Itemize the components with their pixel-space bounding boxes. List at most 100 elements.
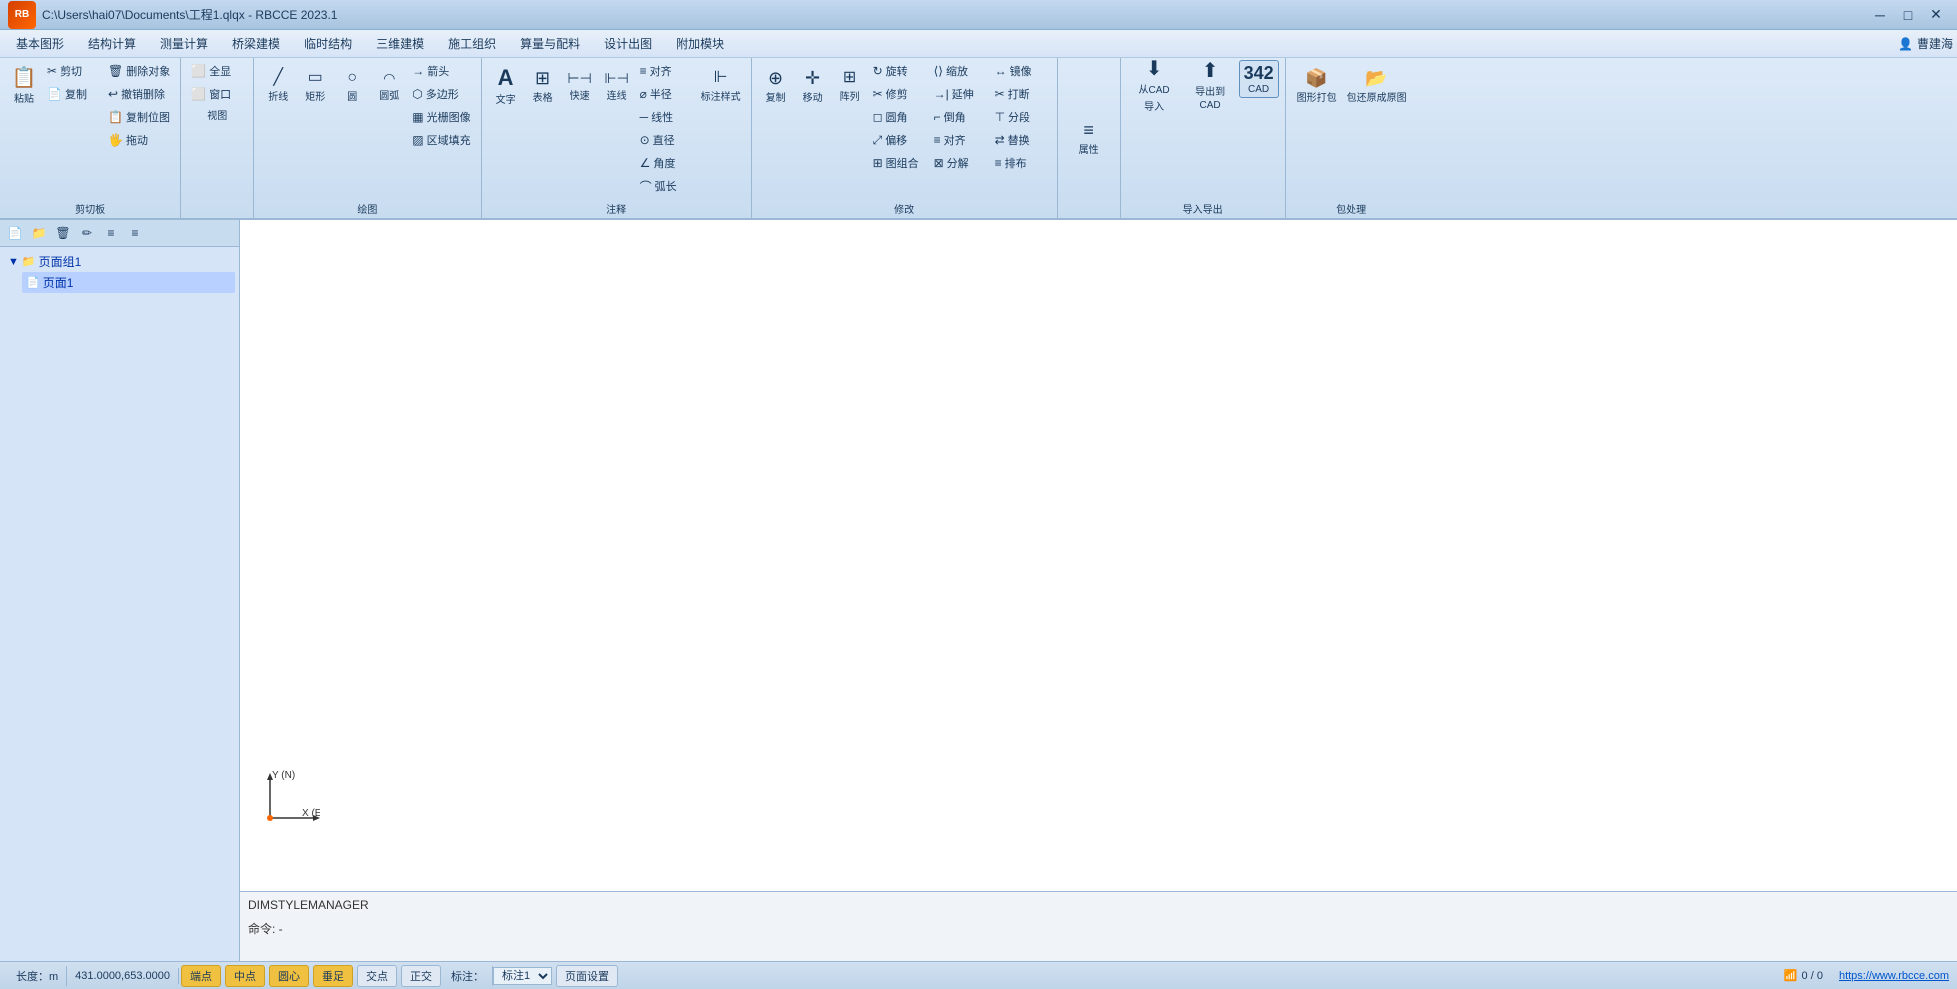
snap-intersection-button[interactable]: 交点	[357, 965, 397, 987]
pack-buttons: 📦 图形打包 📂 包还原成原图	[1292, 60, 1411, 199]
rect-button[interactable]: ▭ 矩形	[297, 60, 333, 112]
extend-button[interactable]: →| 延伸	[930, 83, 990, 105]
cad-export-button[interactable]: ⬆ 导出到 CAD	[1183, 60, 1238, 112]
menu-design[interactable]: 设计出图	[592, 31, 664, 56]
dimstyle-button[interactable]: ⊩ 标注样式	[697, 60, 745, 112]
snap-ortho-button[interactable]: 正交	[401, 965, 441, 987]
replace-button[interactable]: ⇄ 替换	[991, 129, 1051, 151]
cad-import-label: 从CAD	[1139, 81, 1170, 96]
cad-import-button[interactable]: ⬇ 从CAD 导入	[1127, 60, 1182, 112]
properties-button[interactable]: ≡ 属性	[1064, 60, 1114, 216]
menu-quantity[interactable]: 算量与配料	[508, 31, 592, 56]
polyline-button[interactable]: ╱ 折线	[260, 60, 296, 112]
sidebar-delete-button[interactable]: 🗑	[52, 223, 74, 243]
group-button[interactable]: ⊞ 图组合	[869, 152, 929, 174]
sidebar-open-button[interactable]: 📁	[28, 223, 50, 243]
offset-button[interactable]: ⤢ 偏移	[869, 129, 929, 151]
copy-icon: 📄	[47, 87, 62, 101]
trim-button[interactable]: ✂ 修剪	[869, 83, 929, 105]
arc-length-button[interactable]: ⌒ 弧长	[636, 175, 696, 197]
fill-button[interactable]: ▨ 区域填充	[408, 129, 474, 151]
mirror-button[interactable]: ↔ 镜像	[991, 60, 1051, 82]
snap-perpendicular-button[interactable]: 垂足	[313, 965, 353, 987]
dim-style-select[interactable]: 标注1	[493, 967, 552, 985]
angle-button[interactable]: ∠ 角度	[636, 152, 696, 174]
command-prompt: 命令: -	[248, 918, 1949, 939]
sidebar-rename-button[interactable]: ✏	[76, 223, 98, 243]
menu-basic-shapes[interactable]: 基本图形	[4, 31, 76, 56]
copy-bitmap-button[interactable]: 📋 复制位图	[104, 106, 174, 128]
sidebar-align-left-button[interactable]: ≡	[100, 223, 122, 243]
replace-label: 替换	[1008, 132, 1030, 148]
website-link[interactable]: https://www.rbcce.com	[1839, 970, 1949, 982]
polygon-button[interactable]: ⬡ 多边形	[408, 83, 474, 105]
text-button[interactable]: A 文字	[488, 60, 524, 112]
text-icon: A	[498, 67, 514, 89]
menu-temp-structure[interactable]: 临时结构	[292, 31, 364, 56]
drag-button[interactable]: 🖐 拖动	[104, 129, 174, 151]
snap-midpoint-button[interactable]: 中点	[225, 965, 265, 987]
menu-construction[interactable]: 施工组织	[436, 31, 508, 56]
bitmap-icon: 📋	[108, 110, 123, 124]
tree-page-group[interactable]: ▼ 📁 页面组1	[4, 251, 235, 272]
paste-button[interactable]: 📋 粘贴	[6, 60, 42, 112]
sidebar-align-right-button[interactable]: ≡	[124, 223, 146, 243]
edit-copy-button[interactable]: ⊕ 复制	[758, 60, 794, 112]
tree-page-group-label: 页面组1	[39, 253, 82, 270]
diameter-button[interactable]: ⊙ 直径	[636, 129, 696, 151]
circle-button[interactable]: ○ 圆	[334, 60, 370, 112]
cut-button[interactable]: ✂ 剪切	[43, 60, 103, 82]
align2-button[interactable]: ≡ 对齐	[930, 129, 990, 151]
arc-button[interactable]: ◜◝ 圆弧	[371, 60, 407, 112]
delete-object-button[interactable]: 🗑 删除对象	[104, 60, 174, 82]
rotate-button[interactable]: ↻ 旋转	[869, 60, 929, 82]
snap-center-button[interactable]: 圆心	[269, 965, 309, 987]
window-label: 窗口	[209, 86, 231, 102]
cad-export-label2: CAD	[1200, 100, 1221, 111]
full-view-button[interactable]: ⬜ 全显	[187, 60, 247, 82]
edit-buttons: ⊕ 复制 ✛ 移动 ⊞ 阵列 ↻ 旋转 ✂	[758, 60, 1051, 199]
maximize-button[interactable]: □	[1895, 5, 1921, 25]
menu-structural-calc[interactable]: 结构计算	[76, 31, 148, 56]
menu-bridge[interactable]: 桥梁建模	[220, 31, 292, 56]
copy-button[interactable]: 📄 复制	[43, 83, 103, 105]
sidebar-new-button[interactable]: 📄	[4, 223, 26, 243]
menu-3d-model[interactable]: 三维建模	[364, 31, 436, 56]
page-setup-button[interactable]: 页面设置	[556, 965, 618, 987]
chamfer-button[interactable]: ⌐ 倒角	[930, 106, 990, 128]
explode-button[interactable]: ⊠ 分解	[930, 152, 990, 174]
offset-icon: ⤢	[873, 133, 883, 148]
break-button[interactable]: ✂ 打断	[991, 83, 1051, 105]
menu-measurement[interactable]: 测量计算	[148, 31, 220, 56]
fillet-button[interactable]: ◻ 圆角	[869, 106, 929, 128]
raster-button[interactable]: ▦ 光栅图像	[408, 106, 474, 128]
properties-icon: ≡	[1083, 121, 1094, 139]
pack-button[interactable]: 📦 图形打包	[1292, 60, 1342, 112]
window-view-button[interactable]: ⬜ 窗口	[187, 83, 247, 105]
fillet-label: 圆角	[886, 109, 908, 125]
quick-dim-button[interactable]: ⊢⊣ 快速	[562, 60, 598, 112]
properties-label: 属性	[1079, 141, 1099, 156]
minimize-button[interactable]: ─	[1867, 5, 1893, 25]
radius-button[interactable]: ⌀ 半径	[636, 83, 696, 105]
arrange-button[interactable]: ≡ 排布	[991, 152, 1051, 174]
scale-button[interactable]: ⟨⟩ 缩放	[930, 60, 990, 82]
table-button[interactable]: ⊞ 表格	[525, 60, 561, 112]
tree-page-item[interactable]: 📄 页面1	[22, 272, 235, 293]
arrow-button[interactable]: → 箭头	[408, 60, 474, 82]
segment-button[interactable]: ⊤ 分段	[991, 106, 1051, 128]
undo-delete-button[interactable]: ↩ 撤销删除	[104, 83, 174, 105]
align-dim-button[interactable]: ≡ 对齐	[636, 60, 696, 82]
svg-text:Y (N): Y (N)	[272, 770, 295, 781]
cad-export-label: 导出到	[1195, 83, 1225, 98]
connected-button[interactable]: ⊩⊣ 连线	[599, 60, 635, 112]
menu-addon[interactable]: 附加模块	[664, 31, 736, 56]
move-button[interactable]: ✛ 移动	[795, 60, 831, 112]
linear-dim-button[interactable]: ─ 线性	[636, 106, 696, 128]
close-button[interactable]: ✕	[1923, 5, 1949, 25]
restore-button[interactable]: 📂 包还原成原图	[1343, 60, 1411, 112]
drawing-canvas[interactable]: Y (N) X (E)	[240, 220, 1957, 891]
snap-endpoint-button[interactable]: 端点	[181, 965, 221, 987]
restore-label: 包还原成原图	[1347, 89, 1407, 104]
array-button[interactable]: ⊞ 阵列	[832, 60, 868, 112]
